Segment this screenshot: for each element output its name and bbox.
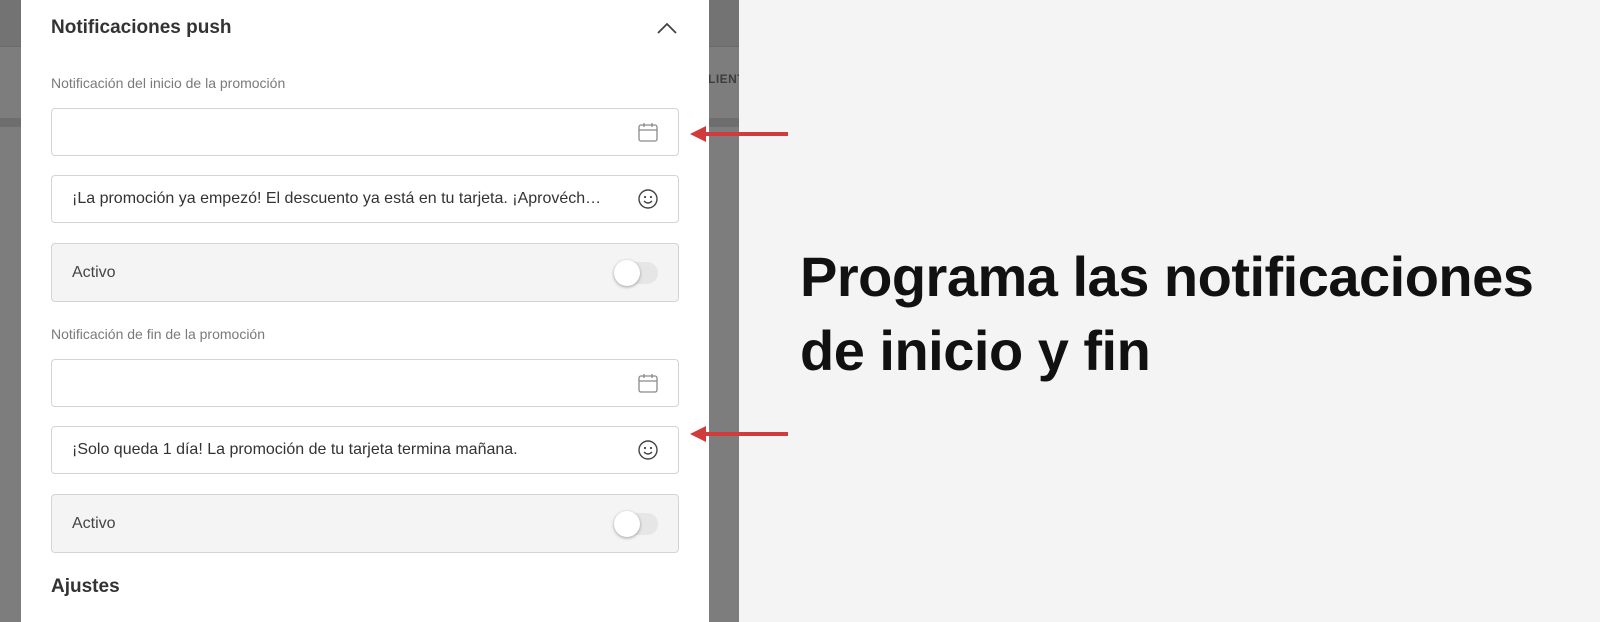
push-notifications-panel: Notificaciones push Notificación del ini… xyxy=(21,0,709,622)
smiley-icon[interactable] xyxy=(636,438,660,462)
settings-section-title: Ajustes xyxy=(51,576,120,597)
start-date-field[interactable] xyxy=(51,108,679,156)
headline-line-1: Programa las notificaciones xyxy=(800,245,1534,308)
end-date-field[interactable] xyxy=(51,359,679,407)
start-date-input[interactable] xyxy=(72,122,636,142)
background-tab-label: LIENT xyxy=(708,72,739,86)
toggle-knob xyxy=(614,510,640,537)
end-message-field[interactable]: ¡Solo queda 1 día! La promoción de tu ta… xyxy=(51,426,679,474)
end-active-row: Activo xyxy=(51,494,679,553)
section-header[interactable]: Notificaciones push xyxy=(51,0,679,56)
start-active-row: Activo xyxy=(51,243,679,302)
headline-line-2: de inicio y fin xyxy=(800,319,1151,382)
start-message-field[interactable]: ¡La promoción ya empezó! El descuento ya… xyxy=(51,175,679,223)
arrow-left-icon xyxy=(690,426,788,442)
end-date-input[interactable] xyxy=(72,373,636,393)
arrow-left-icon xyxy=(690,126,788,142)
chevron-up-icon[interactable] xyxy=(655,16,679,40)
calendar-icon[interactable] xyxy=(636,120,660,144)
end-notification-label: Notificación de fin de la promoción xyxy=(51,326,266,342)
start-notification-label: Notificación del inicio de la promoción xyxy=(51,75,286,91)
end-active-label: Activo xyxy=(72,514,116,532)
annotation-headline: Programa las notificaciones de inicio y … xyxy=(800,240,1580,388)
end-active-toggle[interactable] xyxy=(614,510,658,537)
end-message-text[interactable]: ¡Solo queda 1 día! La promoción de tu ta… xyxy=(72,441,636,459)
start-active-toggle[interactable] xyxy=(614,259,658,286)
calendar-icon[interactable] xyxy=(636,371,660,395)
section-title: Notificaciones push xyxy=(51,17,232,38)
start-message-text[interactable]: ¡La promoción ya empezó! El descuento ya… xyxy=(72,190,636,208)
smiley-icon[interactable] xyxy=(636,187,660,211)
start-active-label: Activo xyxy=(72,263,116,281)
toggle-knob xyxy=(614,259,640,286)
